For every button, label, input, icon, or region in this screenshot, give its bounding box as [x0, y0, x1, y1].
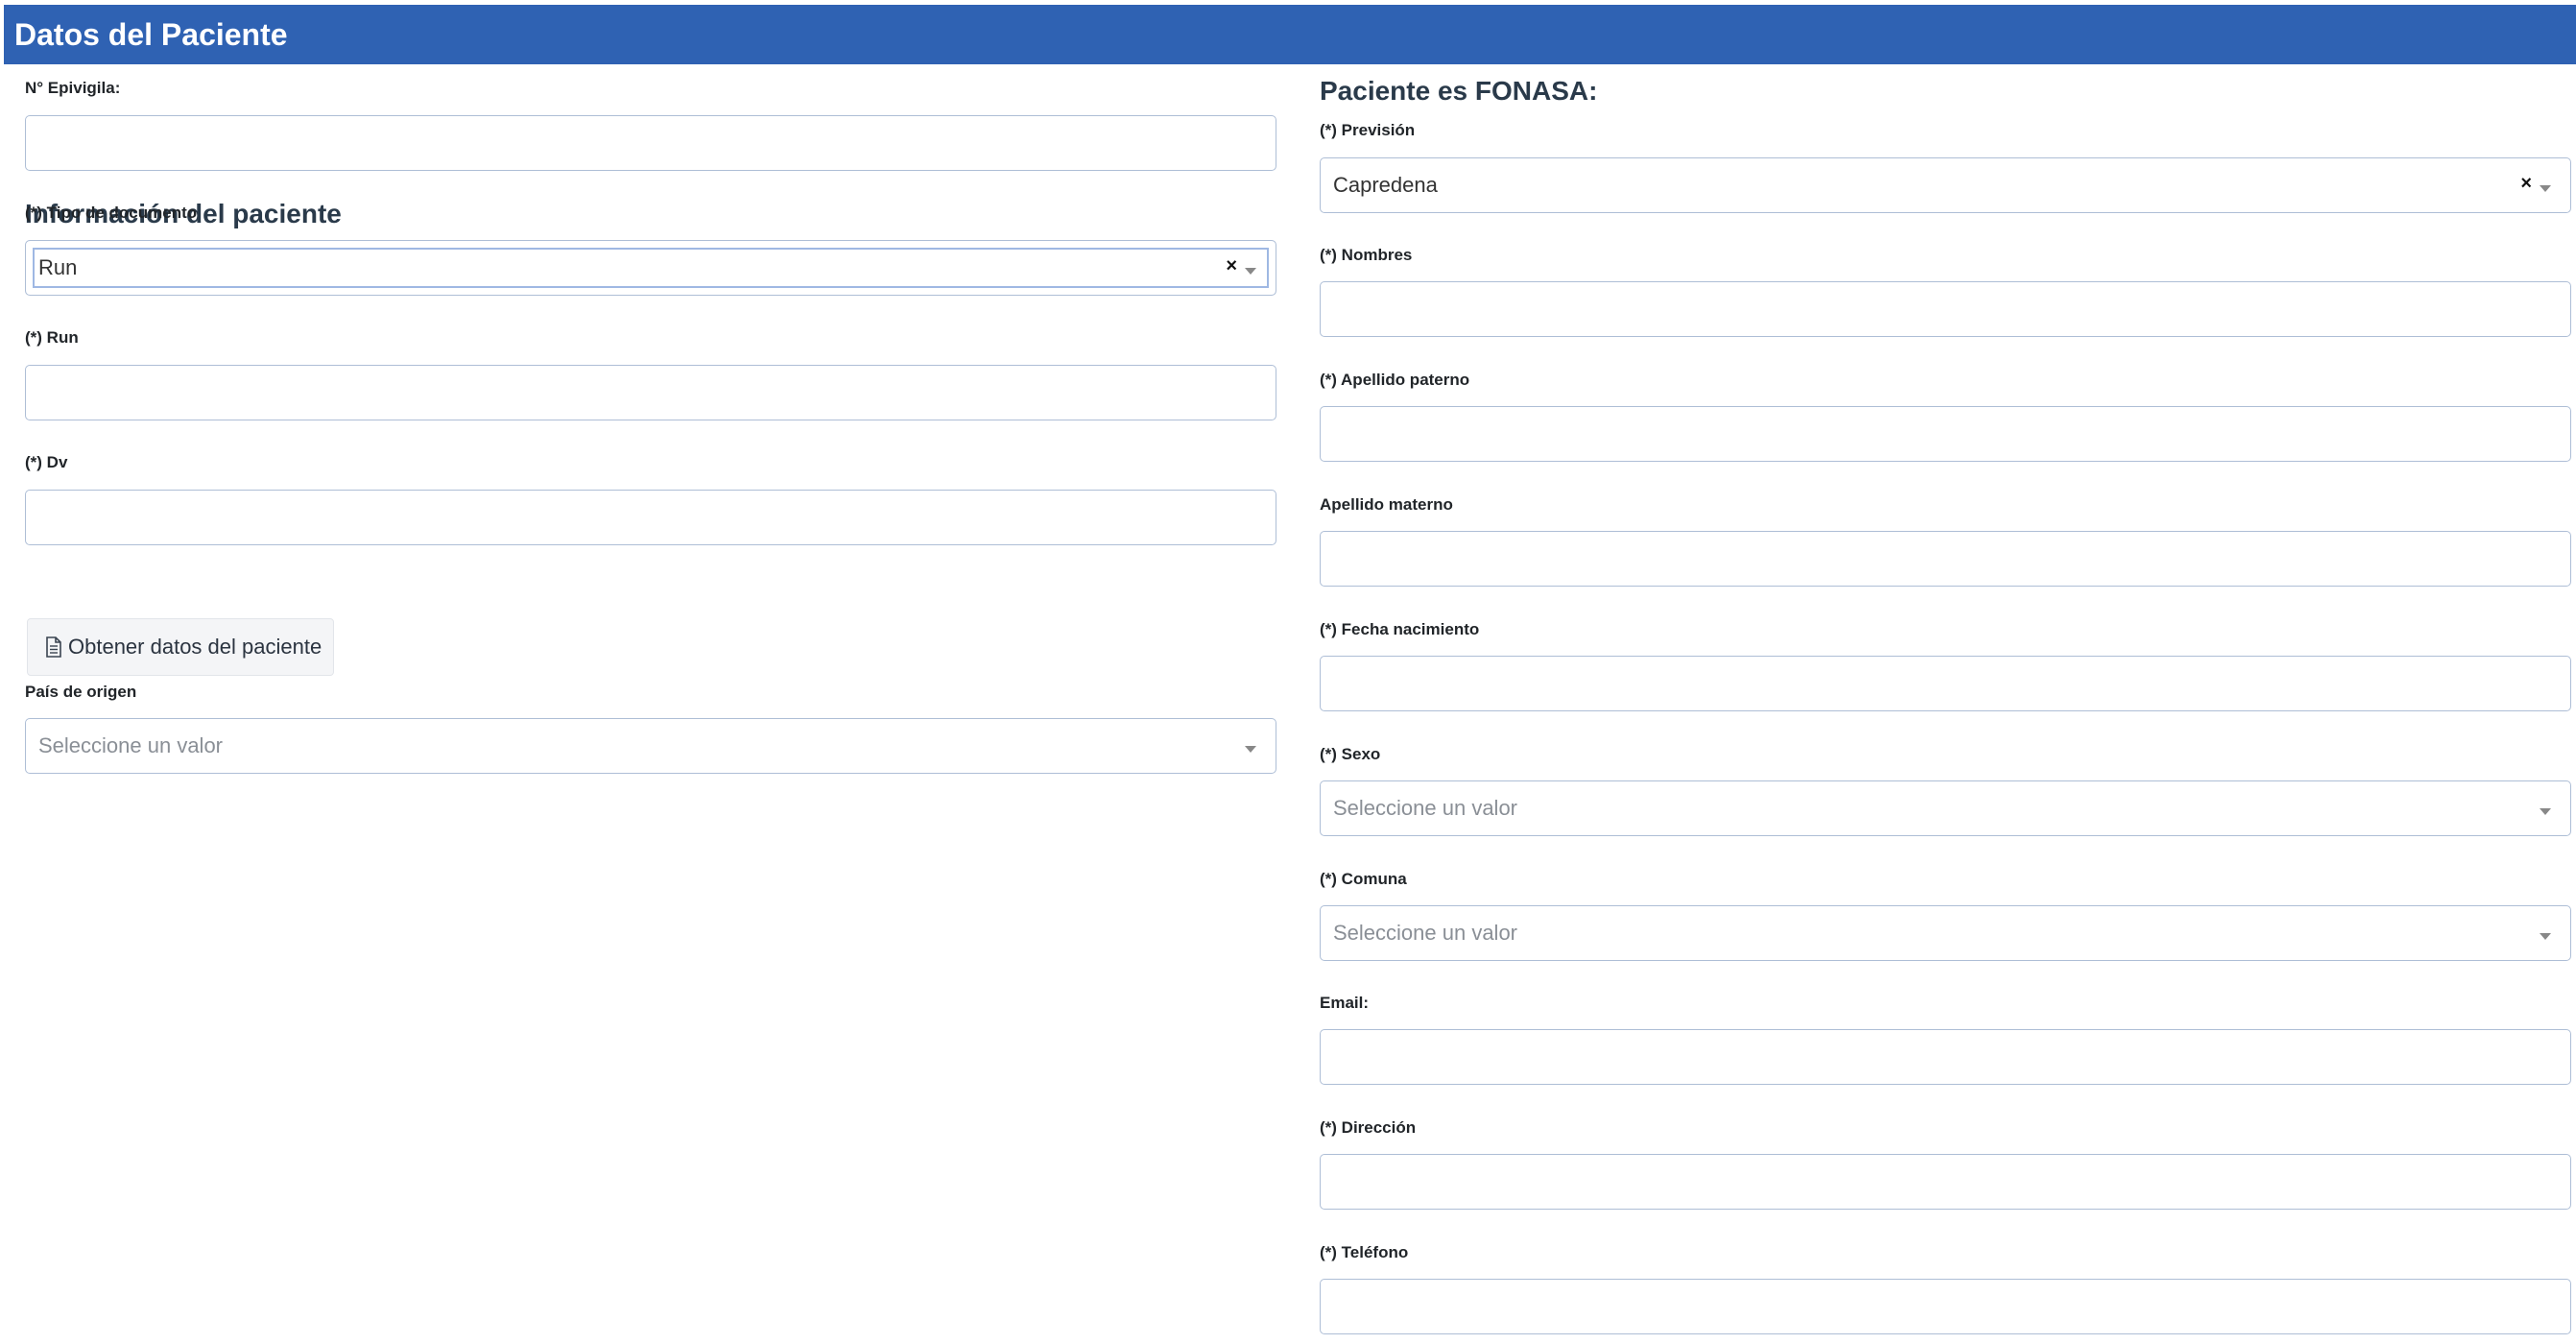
- telefono-label-wrap: (*) Teléfono: [1320, 1243, 2571, 1262]
- comuna-label-wrap: (*) Comuna: [1320, 870, 2571, 889]
- epivigila-group: N° Epivigila:: [25, 79, 1276, 98]
- dv-input[interactable]: [25, 490, 1276, 545]
- email-label: Email:: [1320, 994, 1370, 1012]
- fonasa-heading: Paciente es FONASA:: [1320, 76, 1598, 106]
- tipo-documento-select[interactable]: Run ×: [25, 240, 1276, 296]
- fecha-nacimiento-label: (*) Fecha nacimiento: [1320, 620, 1480, 638]
- direccion-input[interactable]: [1320, 1154, 2571, 1210]
- chevron-down-icon[interactable]: [1245, 746, 1256, 753]
- dv-label-wrap: (*) Dv: [25, 453, 1276, 472]
- chevron-down-icon[interactable]: [2540, 933, 2551, 940]
- prevision-select[interactable]: Capredena ×: [1320, 157, 2571, 213]
- sexo-placeholder: Seleccione un valor: [1333, 796, 1518, 820]
- direccion-label: (*) Dirección: [1320, 1118, 1417, 1137]
- apellido-paterno-input[interactable]: [1320, 406, 2571, 462]
- page-title: Datos del Paciente: [14, 17, 288, 52]
- pais-origen-label-wrap: País de origen: [25, 683, 1276, 702]
- sexo-label-wrap: (*) Sexo: [1320, 745, 2571, 764]
- prevision-value: Capredena: [1333, 173, 1438, 197]
- sexo-select[interactable]: Seleccione un valor: [1320, 780, 2571, 836]
- pais-origen-label: País de origen: [25, 683, 137, 701]
- nombres-label-wrap: (*) Nombres: [1320, 246, 2571, 265]
- fecha-nacimiento-input[interactable]: [1320, 656, 2571, 711]
- epivigila-input[interactable]: [25, 115, 1276, 171]
- fecha-nacimiento-label-wrap: (*) Fecha nacimiento: [1320, 620, 2571, 639]
- dv-label: (*) Dv: [25, 453, 68, 471]
- nombres-input[interactable]: [1320, 281, 2571, 337]
- epivigila-label: N° Epivigila:: [25, 79, 121, 97]
- comuna-placeholder: Seleccione un valor: [1333, 921, 1518, 945]
- sexo-label: (*) Sexo: [1320, 745, 1381, 763]
- run-input[interactable]: [25, 365, 1276, 420]
- prevision-label: (*) Previsión: [1320, 121, 1416, 139]
- chevron-down-icon[interactable]: [2540, 185, 2551, 192]
- apellido-paterno-label-wrap: (*) Apellido paterno: [1320, 371, 2571, 390]
- comuna-select[interactable]: Seleccione un valor: [1320, 905, 2571, 961]
- apellido-materno-label-wrap: Apellido materno: [1320, 495, 2571, 515]
- tipo-documento-label: (*) Tipo de documento: [25, 204, 198, 222]
- clear-icon[interactable]: ×: [2520, 172, 2532, 195]
- apellido-paterno-label: (*) Apellido paterno: [1320, 371, 1470, 389]
- pais-origen-select[interactable]: Seleccione un valor: [25, 718, 1276, 774]
- clear-icon[interactable]: ×: [1226, 254, 1237, 277]
- apellido-materno-label: Apellido materno: [1320, 495, 1453, 514]
- obtener-datos-label: Obtener datos del paciente: [68, 635, 322, 659]
- run-label: (*) Run: [25, 328, 79, 347]
- email-label-wrap: Email:: [1320, 994, 2571, 1013]
- obtener-datos-button[interactable]: Obtener datos del paciente: [27, 618, 334, 676]
- nombres-label: (*) Nombres: [1320, 246, 1413, 264]
- chevron-down-icon[interactable]: [2540, 808, 2551, 815]
- document-icon: [46, 636, 61, 658]
- tipo-documento-value: Run: [38, 255, 78, 279]
- comuna-label: (*) Comuna: [1320, 870, 1407, 888]
- apellido-materno-input[interactable]: [1320, 531, 2571, 587]
- page-header: Datos del Paciente: [4, 5, 2576, 64]
- pais-origen-placeholder: Seleccione un valor: [38, 733, 224, 757]
- chevron-down-icon[interactable]: [1245, 268, 1256, 275]
- email-input[interactable]: [1320, 1029, 2571, 1085]
- telefono-label: (*) Teléfono: [1320, 1243, 1409, 1261]
- prevision-label-wrap: (*) Previsión: [1320, 121, 2571, 140]
- run-label-wrap: (*) Run: [25, 328, 1276, 348]
- telefono-input[interactable]: [1320, 1279, 2571, 1334]
- direccion-label-wrap: (*) Dirección: [1320, 1118, 2571, 1138]
